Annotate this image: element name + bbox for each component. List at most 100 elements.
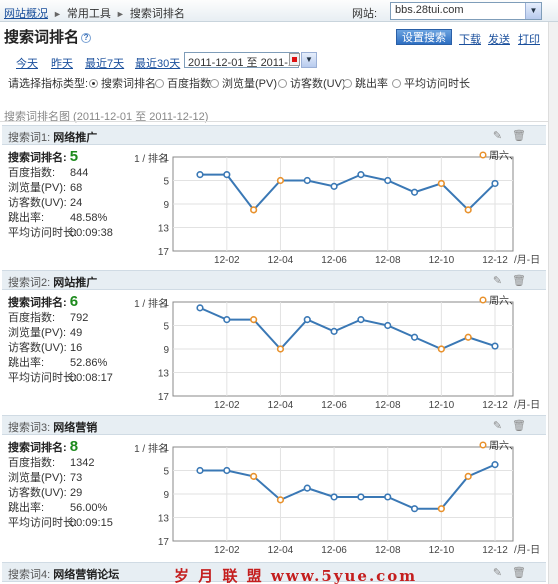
- trash-icon[interactable]: 🗑: [512, 130, 536, 142]
- data-point: [357, 171, 365, 179]
- send-link[interactable]: 发送: [488, 31, 510, 47]
- x-tick-label: 12-12: [482, 545, 508, 556]
- breadcrumb-current: 搜索词排名: [129, 8, 185, 20]
- x-tick-label: 12-02: [214, 255, 240, 266]
- keyword-panel-header: 搜索词2: 网站推广 ✎🗑: [2, 270, 546, 290]
- x-tick-label: 12-08: [375, 400, 401, 411]
- trash-icon[interactable]: 🗑: [512, 567, 536, 579]
- chevron-down-icon[interactable]: ▼: [525, 3, 541, 19]
- breadcrumb-home-link[interactable]: 网站概况: [4, 8, 48, 20]
- data-point: [491, 342, 499, 350]
- stat-row: 百度指数: 844: [8, 166, 113, 181]
- top-bar: 网站概况 ► 常用工具 ► 搜索词排名 网站: bbs.28tui.com ▼: [0, 0, 558, 22]
- keyword-label: 搜索词1:: [8, 132, 51, 144]
- edit-icon[interactable]: ✎: [493, 420, 512, 432]
- metric-radio-label: 搜索词排名: [101, 78, 156, 90]
- set-keywords-button[interactable]: 设置搜索词: [396, 29, 452, 60]
- y-tick-label: 17: [158, 247, 170, 258]
- metric-radio-label: 平均访问时长: [404, 78, 470, 90]
- metric-radio-label: 浏览量(PV): [222, 78, 277, 90]
- edit-icon[interactable]: ✎: [493, 567, 512, 579]
- keyword-value: 网站推广: [53, 277, 98, 289]
- radio-button-icon[interactable]: [278, 79, 287, 88]
- data-point: [491, 461, 499, 469]
- stat-row: 访客数(UV): 16: [8, 341, 113, 356]
- range-yesterday-link[interactable]: 昨天: [51, 55, 73, 71]
- edit-icon[interactable]: ✎: [493, 275, 512, 287]
- trash-icon[interactable]: 🗑: [512, 275, 536, 287]
- stat-label: 浏览量(PV):: [8, 327, 67, 339]
- stat-label: 百度指数:: [8, 457, 56, 469]
- y-axis-label: 1 / 排名: [134, 297, 168, 310]
- stat-row: 浏览量(PV): 73: [8, 471, 113, 486]
- keyword-stats: 搜索词排名: 5 百度指数: 844 浏览量(PV): 68 访客数(UV): 24 跳出率:…: [8, 149, 113, 241]
- y-tick-label: 5: [163, 177, 169, 188]
- data-point: [250, 472, 258, 480]
- range-7days-link[interactable]: 最近7天: [85, 55, 124, 71]
- keyword-stats: 搜索词排名: 6 百度指数: 792 浏览量(PV): 49 访客数(UV): 16 跳出率:…: [8, 294, 113, 386]
- date-range-input[interactable]: 2011-12-01 至 2011-12-: [184, 52, 299, 68]
- panel-actions: ✎🗑: [493, 566, 536, 579]
- metric-radio-label: 访客数(UV): [290, 78, 346, 90]
- metric-radio-option[interactable]: 搜索词排名: [89, 75, 156, 91]
- scrollbar[interactable]: [548, 22, 558, 584]
- stat-label: 跳出率:: [8, 357, 45, 369]
- metric-radio-option[interactable]: 访客数(UV): [278, 75, 346, 91]
- x-axis-label: /月-日: [514, 399, 540, 411]
- breadcrumb: 网站概况 ► 常用工具 ► 搜索词排名: [4, 5, 185, 21]
- print-link[interactable]: 打印: [518, 31, 540, 47]
- stat-row: 浏览量(PV): 68: [8, 181, 113, 196]
- radio-button-icon[interactable]: [155, 79, 164, 88]
- breadcrumb-separator-icon: ►: [53, 9, 62, 19]
- radio-button-icon[interactable]: [392, 79, 401, 88]
- metric-radio-label: 跳出率: [355, 78, 388, 90]
- edit-icon[interactable]: ✎: [493, 130, 512, 142]
- stat-label: 访客数(UV):: [8, 197, 67, 209]
- range-30days-link[interactable]: 最近30天: [135, 55, 180, 71]
- legend-marker: [479, 441, 487, 449]
- x-tick-label: 12-06: [321, 545, 347, 556]
- stat-label: 浏览量(PV):: [8, 182, 67, 194]
- x-tick-label: 12-04: [268, 400, 294, 411]
- date-dropdown-icon[interactable]: ▼: [301, 52, 317, 68]
- data-point: [464, 206, 472, 214]
- data-point: [196, 171, 204, 179]
- data-point: [437, 179, 445, 188]
- stat-label: 跳出率:: [8, 502, 45, 514]
- site-select[interactable]: bbs.28tui.com ▼: [390, 2, 542, 20]
- radio-button-icon[interactable]: [89, 79, 98, 88]
- stat-row: 百度指数: 792: [8, 311, 113, 326]
- data-point: [223, 466, 231, 475]
- stat-row: 平均访问时长:00:09:15: [8, 516, 113, 531]
- radio-button-icon[interactable]: [210, 79, 219, 88]
- metric-radio-option[interactable]: 跳出率: [343, 75, 388, 91]
- metric-radio-option[interactable]: 百度指数: [155, 75, 211, 91]
- stat-value: 73: [70, 472, 83, 484]
- keyword-label: 搜索词4:: [8, 569, 51, 581]
- help-icon[interactable]: ?: [81, 33, 92, 44]
- trash-icon[interactable]: 🗑: [512, 420, 536, 432]
- data-point: [410, 188, 419, 196]
- download-link[interactable]: 下载: [459, 31, 481, 47]
- rank-line-chart: 159131712-02 12-04 12-06 12-08 12-10 12-121 /…: [134, 440, 540, 556]
- stat-value: 49: [70, 327, 83, 339]
- metric-radio-option[interactable]: 浏览量(PV): [210, 75, 277, 91]
- calendar-icon[interactable]: [289, 53, 300, 66]
- x-tick-label: 12-08: [375, 255, 401, 266]
- rank-label: 搜索词排名:: [8, 442, 67, 454]
- radio-button-icon[interactable]: [343, 79, 352, 88]
- breadcrumb-parent: 常用工具: [66, 8, 111, 20]
- rank-line-chart: 159131712-02 12-04 12-06 12-08 12-10 12-121 /…: [134, 150, 540, 266]
- metric-radio-option[interactable]: 平均访问时长: [392, 75, 470, 91]
- legend-marker: [479, 151, 487, 159]
- y-tick-label: 9: [163, 200, 169, 211]
- stat-value: 29: [70, 487, 83, 499]
- range-today-link[interactable]: 今天: [16, 55, 38, 71]
- data-point: [491, 179, 499, 188]
- stat-row: 平均访问时长:00:08:17: [8, 371, 113, 386]
- rank-row: 搜索词排名: 8: [8, 439, 113, 456]
- rank-value: 5: [69, 148, 79, 165]
- data-point: [223, 316, 231, 324]
- stat-value: 16: [70, 342, 83, 354]
- y-tick-label: 13: [158, 369, 170, 380]
